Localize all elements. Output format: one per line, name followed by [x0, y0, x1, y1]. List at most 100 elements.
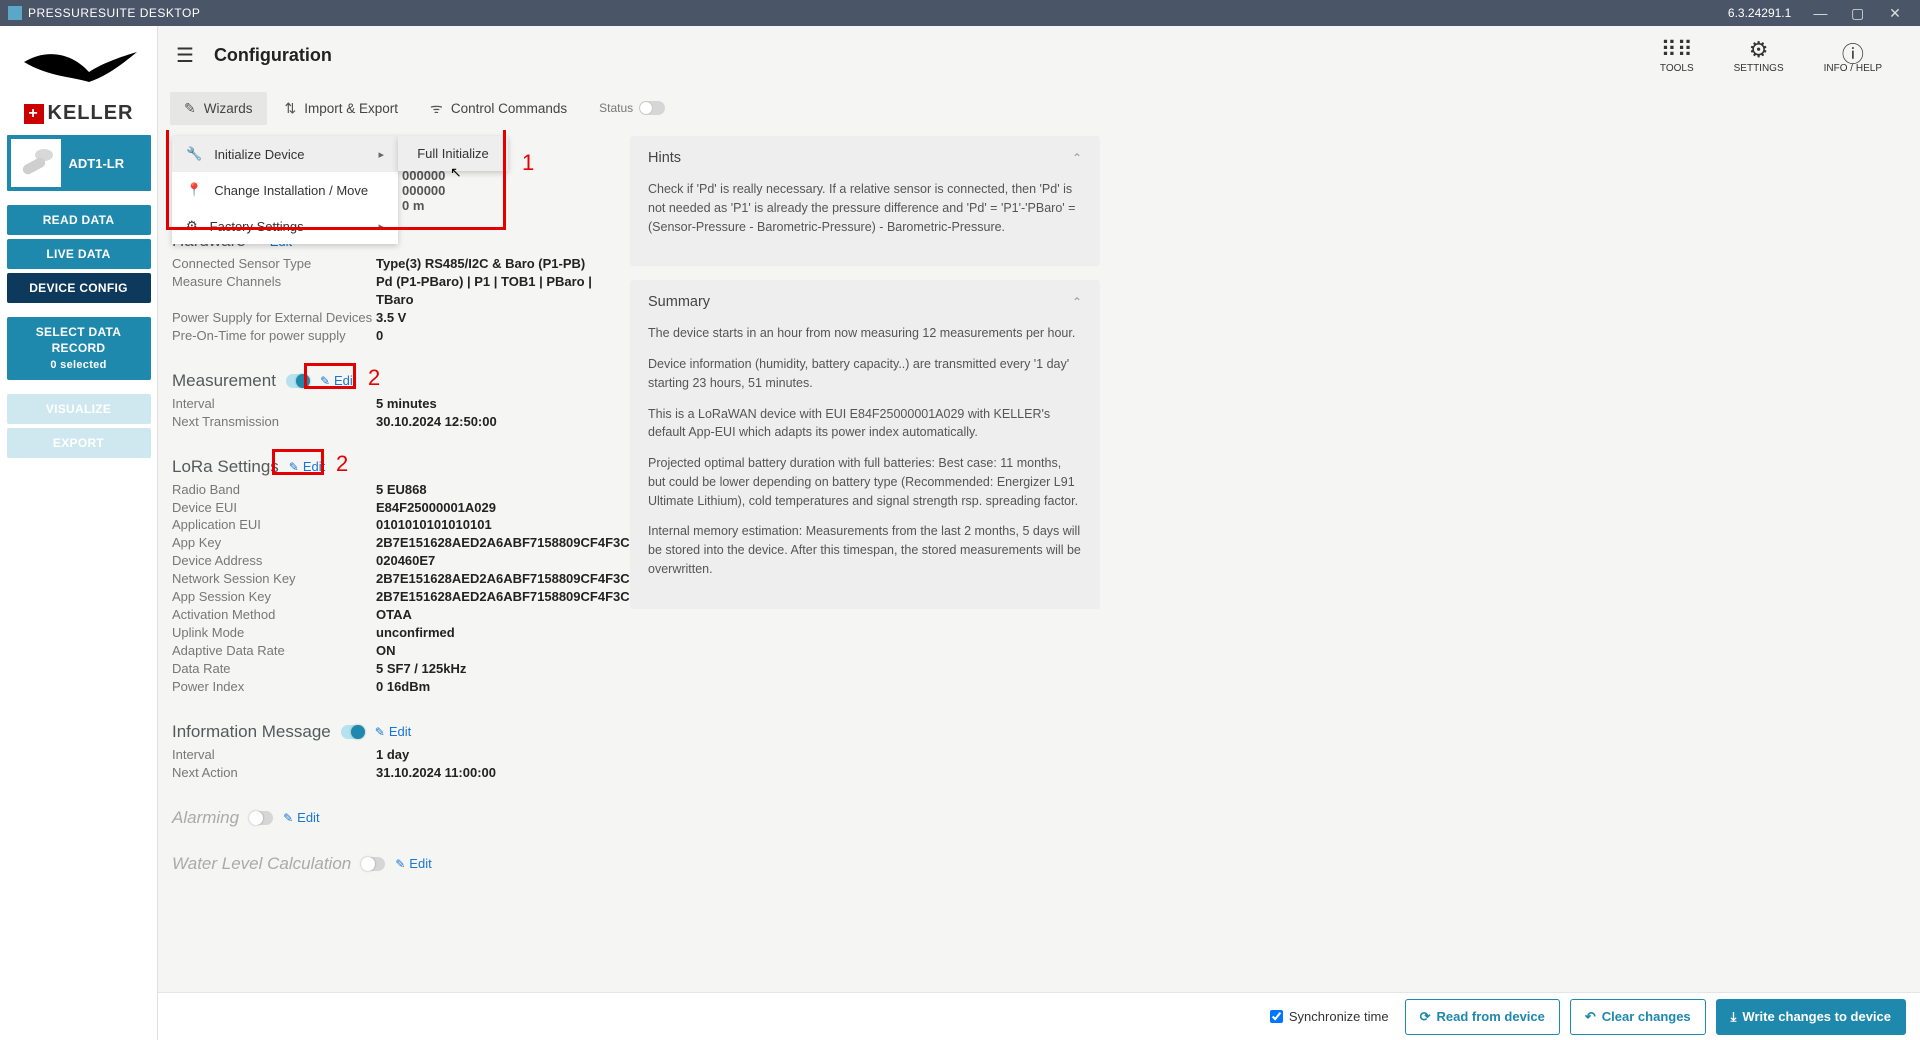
- summary-line: Device information (humidity, battery ca…: [648, 355, 1082, 393]
- kv-key: Radio Band: [172, 481, 376, 499]
- summary-header[interactable]: Summary ⌃: [630, 280, 1100, 324]
- close-button[interactable]: ✕: [1878, 5, 1912, 22]
- chevron-right-icon: ▸: [378, 220, 384, 233]
- visualize-button[interactable]: VISUALIZE: [7, 394, 151, 424]
- kv-key: Power Index: [172, 678, 376, 696]
- kv-key: Next Action: [172, 764, 376, 782]
- hints-header[interactable]: Hints ⌃: [630, 136, 1100, 180]
- hints-title: Hints: [648, 150, 681, 166]
- menu-factory-label: Factory Settings: [210, 219, 304, 234]
- kv-val: Pd (P1-PBaro) | P1 | TOB1 | PBaro | TBar…: [376, 273, 612, 309]
- edit-label: Edit: [297, 810, 319, 825]
- tab-control-commands[interactable]: ᯤ Control Commands: [416, 91, 581, 126]
- live-data-button[interactable]: LIVE DATA: [7, 239, 151, 269]
- device-model: ADT1-LR: [69, 156, 125, 171]
- menu-change-installation[interactable]: 📍 Change Installation / Move: [172, 172, 398, 208]
- wifi-icon: ᯤ: [430, 99, 443, 118]
- chevron-up-icon: ⌃: [1072, 151, 1082, 165]
- edit-label: Edit: [303, 459, 325, 474]
- write-changes-button[interactable]: ⤓Write changes to device: [1716, 999, 1906, 1035]
- menu-factory-settings[interactable]: ⚙ Factory Settings ▸: [172, 208, 398, 244]
- tab-control-label: Control Commands: [451, 101, 567, 116]
- lora-edit-button[interactable]: ✎Edit: [289, 459, 325, 474]
- menu-icon[interactable]: ☰: [176, 43, 194, 68]
- water-level-edit-button[interactable]: ✎Edit: [395, 856, 431, 871]
- kv-val: 5 SF7 / 125kHz: [376, 660, 630, 678]
- kv-val: 2B7E151628AED2A6ABF7158809CF4F3C: [376, 534, 630, 552]
- water-level-toggle[interactable]: [361, 857, 385, 871]
- tools-button[interactable]: ⠿⠿ TOOLS: [1660, 37, 1694, 74]
- alarming-toggle[interactable]: [249, 811, 273, 825]
- clear-label: Clear changes: [1602, 1009, 1691, 1024]
- kv-key: Application EUI: [172, 516, 376, 534]
- select-data-label: SELECT DATA RECORD: [11, 325, 147, 356]
- summary-line: Projected optimal battery duration with …: [648, 454, 1082, 510]
- tab-wizards-label: Wizards: [204, 101, 253, 116]
- summary-panel: Summary ⌃ The device starts in an hour f…: [630, 280, 1100, 608]
- kv-val: E84F25000001A029: [376, 499, 630, 517]
- read-from-device-button[interactable]: ⟳Read from device: [1405, 999, 1560, 1035]
- tabs-row: ✎ Wizards ⇅ Import & Export ᯤ Control Co…: [158, 86, 1920, 130]
- cursor-icon: ↖: [450, 164, 462, 181]
- hints-text: Check if 'Pd' is really necessary. If a …: [648, 180, 1082, 236]
- kv-val: 3.5 V: [376, 309, 612, 327]
- kv-key: Power Supply for External Devices: [172, 309, 376, 327]
- kv-key: Uplink Mode: [172, 624, 376, 642]
- info-help-button[interactable]: ⓘ INFO / HELP: [1824, 37, 1882, 74]
- info-icon: ⓘ: [1842, 37, 1864, 63]
- maximize-button[interactable]: ▢: [1841, 5, 1875, 22]
- menu-change-label: Change Installation / Move: [214, 183, 368, 198]
- cog-icon: ⚙: [186, 218, 198, 234]
- device-config-button[interactable]: DEVICE CONFIG: [7, 273, 151, 303]
- pencil-icon: ✎: [283, 811, 293, 825]
- tab-import-export[interactable]: ⇅ Import & Export: [271, 92, 413, 125]
- annotation-2a: 2: [368, 365, 380, 391]
- status-toggle[interactable]: [639, 101, 665, 115]
- tab-import-label: Import & Export: [304, 101, 398, 116]
- tab-wizards[interactable]: ✎ Wizards: [170, 92, 267, 125]
- synchronize-time-checkbox[interactable]: Synchronize time: [1270, 1009, 1389, 1024]
- measurement-edit-button[interactable]: ✎Edit: [320, 373, 356, 388]
- measurement-toggle[interactable]: [286, 374, 310, 388]
- plus-icon: +: [24, 104, 44, 124]
- bird-logo: [9, 32, 149, 102]
- settings-button[interactable]: ⚙ SETTINGS: [1734, 37, 1784, 74]
- undo-icon: ↶: [1585, 1009, 1596, 1025]
- kv-val: OTAA: [376, 606, 630, 624]
- kv-key: Device Address: [172, 552, 376, 570]
- sync-checkbox-input[interactable]: [1270, 1010, 1283, 1023]
- status-toggle-group: Status: [599, 101, 665, 115]
- app-version: 6.3.24291.1: [1728, 6, 1791, 20]
- hints-panel: Hints ⌃ Check if 'Pd' is really necessar…: [630, 136, 1100, 266]
- kv-val: 5 minutes: [376, 395, 612, 413]
- apps-icon: ⠿⠿: [1661, 37, 1693, 63]
- select-data-record-button[interactable]: SELECT DATA RECORD 0 selected: [7, 317, 151, 380]
- annotation-1: 1: [522, 150, 534, 176]
- export-button[interactable]: EXPORT: [7, 428, 151, 458]
- summary-line: Internal memory estimation: Measurements…: [648, 522, 1082, 578]
- kv-val: 2B7E151628AED2A6ABF7158809CF4F3C: [376, 588, 630, 606]
- alarming-title: Alarming: [172, 808, 239, 828]
- alarming-edit-button[interactable]: ✎ Edit: [283, 810, 319, 825]
- kv-key: Adaptive Data Rate: [172, 642, 376, 660]
- keller-logo: + KELLER: [24, 102, 134, 125]
- app-title: PRESSURESUITE DESKTOP: [28, 6, 1728, 20]
- peek-line-3: 0 m: [402, 198, 612, 213]
- kv-val: Type(3) RS485/I2C & Baro (P1-PB): [376, 255, 612, 273]
- transfer-icon: ⇅: [285, 100, 297, 117]
- kv-key: App Key: [172, 534, 376, 552]
- menu-full-init-label: Full Initialize: [417, 146, 489, 161]
- wand-icon: ✎: [184, 100, 196, 117]
- info-msg-toggle[interactable]: [341, 725, 365, 739]
- info-msg-edit-button[interactable]: ✎Edit: [375, 724, 411, 739]
- brand-text: KELLER: [48, 102, 134, 125]
- status-label: Status: [599, 101, 633, 115]
- device-card[interactable]: ADT1-LR: [7, 135, 151, 191]
- edit-label: Edit: [389, 724, 411, 739]
- clear-changes-button[interactable]: ↶ Clear changes: [1570, 999, 1706, 1035]
- read-data-button[interactable]: READ DATA: [7, 205, 151, 235]
- minimize-button[interactable]: —: [1803, 5, 1837, 21]
- info-label: INFO / HELP: [1824, 63, 1882, 74]
- menu-initialize-device[interactable]: 🔧 Initialize Device ▸: [172, 136, 398, 172]
- device-thumb: [11, 139, 61, 187]
